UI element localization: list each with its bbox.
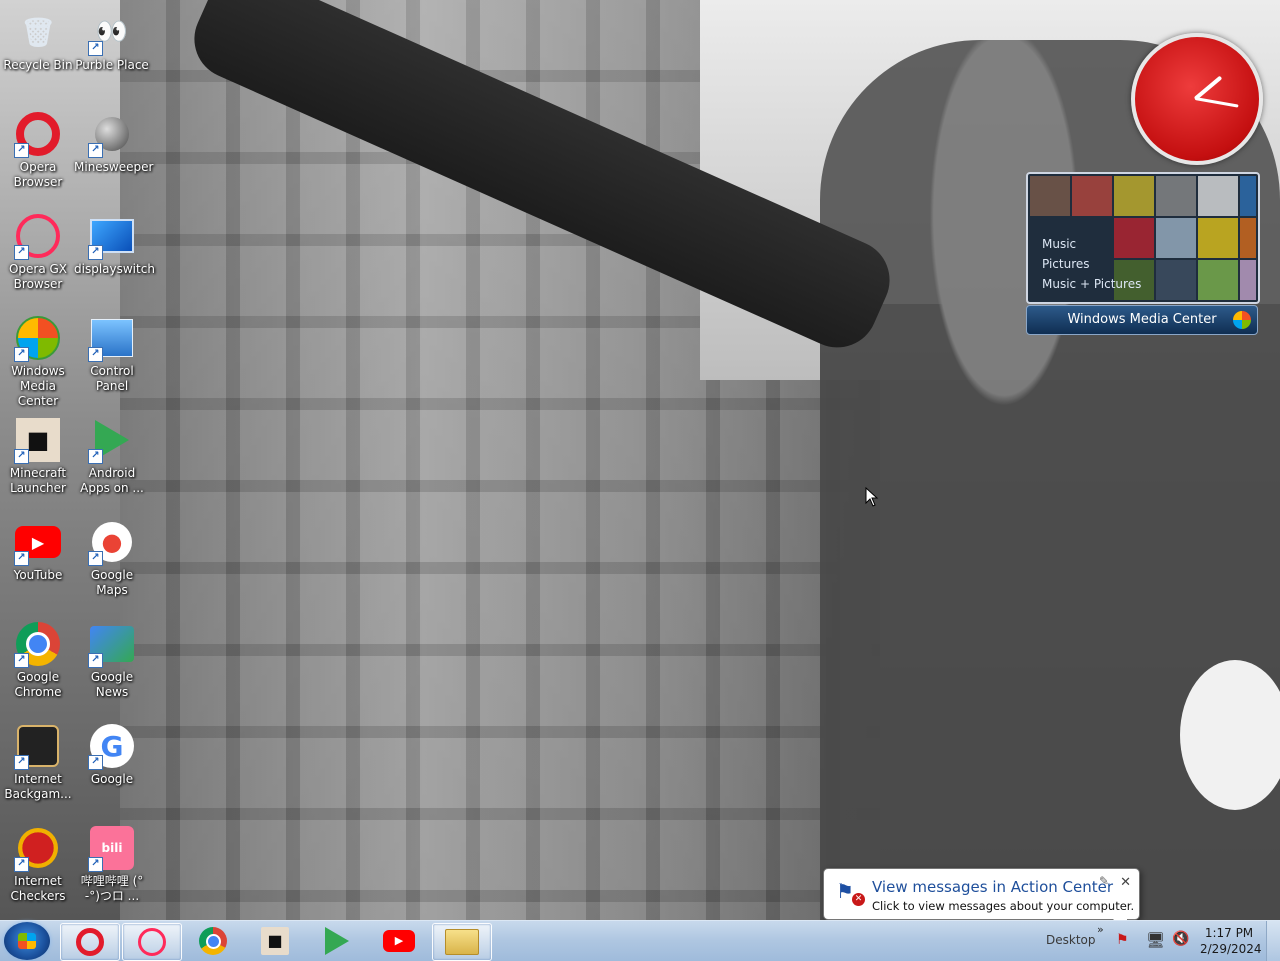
start-button[interactable]	[4, 922, 50, 960]
youtube-icon: ▶	[383, 930, 415, 952]
action-center-notification[interactable]: ⚑ ✕ View messages in Action Center ✎ ✕ C…	[823, 868, 1140, 933]
wmc-menu-pictures[interactable]: Pictures	[1042, 254, 1141, 274]
shortcut-arrow-icon: ↗	[14, 755, 29, 770]
google-chrome-icon[interactable]: ↗ Google Chrome	[0, 612, 76, 712]
desktop-icon-label: Purble Place	[75, 58, 149, 72]
windows-logo-icon	[18, 933, 36, 949]
windows-media-center-gadget[interactable]: Music Pictures Music + Pictures Windows …	[1026, 172, 1260, 335]
chrome-icon	[199, 927, 227, 955]
play-store-icon	[325, 927, 349, 955]
clock-date: 2/29/2024	[1200, 942, 1262, 956]
taskbar-play-store[interactable]	[308, 923, 366, 959]
taskbar-opera[interactable]	[60, 923, 120, 961]
shortcut-arrow-icon: ↗	[88, 347, 103, 362]
google-icon[interactable]: G ↗ Google	[74, 714, 150, 814]
shortcut-arrow-icon: ↗	[88, 41, 103, 56]
shortcut-arrow-icon: ↗	[14, 245, 29, 260]
network-icon[interactable]: 🖥	[1146, 931, 1165, 949]
taskbar-minecraft[interactable]: ■	[246, 923, 304, 959]
opera-icon	[76, 928, 104, 956]
bilibili-icon[interactable]: bili ↗ 哔哩哔哩 (° -°)つロ ...	[74, 816, 150, 916]
desktop-icon-label: Internet Checkers	[10, 874, 66, 903]
shortcut-arrow-icon: ↗	[88, 755, 103, 770]
action-center-tray-icon[interactable]: ⚑	[1116, 932, 1129, 948]
desktop-icon-label: Minecraft Launcher	[9, 466, 67, 495]
shortcut-arrow-icon: ↗	[88, 857, 103, 872]
windows-media-center-icon[interactable]: ↗ Windows Media Center	[0, 306, 76, 408]
opera-gx-icon	[138, 928, 166, 956]
notification-close-button[interactable]: ✕	[1120, 875, 1131, 890]
shortcut-arrow-icon: ↗	[14, 143, 29, 158]
media-tiles: Music Pictures Music + Pictures	[1026, 172, 1260, 304]
wmc-menu-music-pictures[interactable]: Music + Pictures	[1042, 274, 1141, 294]
minesweeper-icon[interactable]: ↗ Minesweeper	[74, 102, 154, 202]
control-panel-icon[interactable]: ↗ Control Panel	[74, 306, 150, 406]
shortcut-arrow-icon: ↗	[14, 653, 29, 668]
clock-gadget[interactable]	[1131, 33, 1263, 165]
desktop-wallpaper	[0, 0, 1280, 920]
opera-browser-icon[interactable]: ↗ Opera Browser	[0, 102, 76, 202]
shortcut-arrow-icon: ↗	[88, 653, 103, 668]
desktop-icon-label: Google Maps	[90, 568, 134, 597]
android-apps-icon[interactable]: ↗ Android Apps on ...	[74, 408, 150, 508]
desktop-icon-label: displayswitch	[74, 262, 155, 276]
shortcut-arrow-icon: ↗	[88, 551, 103, 566]
desktop-icon-label: Android Apps on ...	[80, 466, 144, 495]
taskbar-clock[interactable]: 1:17 PM 2/29/2024	[1200, 925, 1262, 957]
taskbar-explorer[interactable]	[432, 923, 492, 961]
opera-gx-browser-icon[interactable]: ↗ Opera GX Browser	[0, 204, 76, 304]
shortcut-arrow-icon: ↗	[88, 245, 103, 260]
clock-minute-hand	[1194, 97, 1239, 108]
volume-muted-icon[interactable]: 🔇	[1172, 931, 1189, 947]
clock-time: 1:17 PM	[1204, 926, 1254, 940]
windows-logo-icon	[1233, 311, 1251, 329]
desktop-icon-label: Windows Media Center	[11, 364, 65, 408]
youtube-icon[interactable]: ▶ ↗ YouTube	[0, 510, 76, 610]
recycle-bin-icon[interactable]: 🗑 Recycle Bin	[0, 0, 76, 100]
purble-place-icon[interactable]: 👀 ↗ Purble Place	[74, 0, 150, 100]
desktop-icon-label: Recycle Bin	[3, 58, 73, 72]
desktop-icon-label: Minesweeper	[74, 160, 154, 174]
shortcut-arrow-icon: ↗	[14, 551, 29, 566]
shortcut-arrow-icon: ↗	[88, 449, 103, 464]
desktop-toolbar-label[interactable]: Desktop	[1046, 933, 1096, 947]
wmc-bar-label: Windows Media Center	[1067, 312, 1217, 327]
taskbar-chrome[interactable]	[184, 923, 242, 959]
desktop-icon-label: 哔哩哔哩 (° -°)つロ ...	[80, 874, 144, 903]
notification-body: Click to view messages about your comput…	[872, 899, 1135, 913]
taskbar: ■ ▶ Desktop » ⚑ 🖥 🔇 1:17 PM 2/29/2024	[0, 920, 1280, 961]
folder-icon	[445, 929, 479, 955]
taskbar-youtube[interactable]: ▶	[370, 923, 428, 959]
internet-backgammon-icon[interactable]: ↗ Internet Backgam...	[0, 714, 76, 814]
displayswitch-icon[interactable]: ↗ displayswitch	[74, 204, 155, 304]
wmc-launch-bar[interactable]: Windows Media Center	[1026, 305, 1258, 335]
show-desktop-button[interactable]	[1266, 921, 1280, 961]
desktop-icon-label: Control Panel	[90, 364, 134, 393]
desktop-icon-label: Google Chrome	[14, 670, 62, 699]
minecraft-launcher-icon[interactable]: ■ ↗ Minecraft Launcher	[0, 408, 76, 508]
desktop-icon-label: Google	[90, 772, 134, 786]
taskbar-opera-gx[interactable]	[122, 923, 182, 961]
desktop-icon-label: Google News	[90, 670, 134, 699]
shortcut-arrow-icon: ↗	[14, 347, 29, 362]
internet-checkers-icon[interactable]: ↗ Internet Checkers	[0, 816, 76, 916]
shortcut-arrow-icon: ↗	[14, 449, 29, 464]
notification-options-icon[interactable]: ✎	[1099, 874, 1109, 888]
toolbar-chevron-icon[interactable]: »	[1097, 923, 1104, 936]
wmc-menu-music[interactable]: Music	[1042, 234, 1141, 254]
desktop-icon-label: Opera Browser	[13, 160, 63, 189]
error-icon: ✕	[852, 893, 865, 906]
mouse-cursor-icon	[865, 487, 879, 507]
desktop-icon-label: YouTube	[13, 568, 63, 582]
minecraft-icon: ■	[261, 927, 289, 955]
shortcut-arrow-icon: ↗	[88, 143, 103, 158]
google-news-icon[interactable]: ↗ Google News	[74, 612, 150, 712]
shortcut-arrow-icon: ↗	[14, 857, 29, 872]
recycle-bin-icon-image: 🗑	[20, 15, 56, 49]
notification-title[interactable]: View messages in Action Center	[872, 878, 1113, 896]
desktop-icon-label: Internet Backgam...	[4, 772, 72, 801]
desktop-icon-label: Opera GX Browser	[8, 262, 68, 291]
google-maps-icon[interactable]: ● ↗ Google Maps	[74, 510, 150, 610]
